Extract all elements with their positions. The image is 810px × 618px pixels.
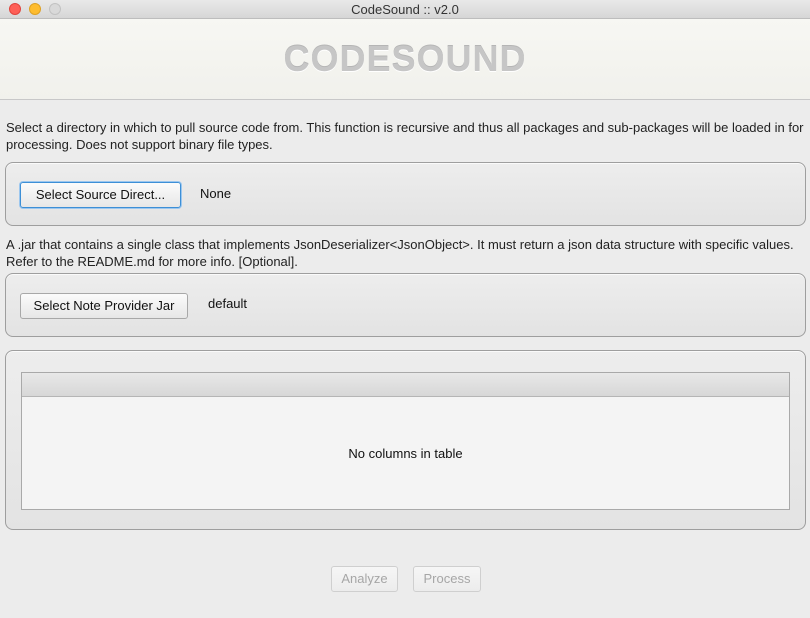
select-source-directory-button[interactable]: Select Source Direct... xyxy=(20,182,181,208)
analyze-button[interactable]: Analyze xyxy=(331,566,398,592)
table-panel: No columns in table xyxy=(5,350,806,530)
source-description: Select a directory in which to pull sour… xyxy=(6,120,804,152)
table-empty-message: No columns in table xyxy=(348,446,463,461)
source-directory-value: None xyxy=(200,186,232,201)
jar-description: A .jar that contains a single class that… xyxy=(6,237,794,269)
source-panel: Select Source Direct... None xyxy=(5,162,806,226)
process-button[interactable]: Process xyxy=(413,566,481,592)
select-note-provider-jar-button[interactable]: Select Note Provider Jar xyxy=(20,293,188,319)
table-header xyxy=(22,373,789,397)
results-table[interactable]: No columns in table xyxy=(21,372,790,510)
app-logo: CODESOUND xyxy=(283,38,527,79)
app-header: CODESOUND xyxy=(0,19,810,100)
note-provider-jar-value: default xyxy=(208,296,248,311)
window-title: CodeSound :: v2.0 xyxy=(351,2,459,17)
title-bar: CodeSound :: v2.0 xyxy=(0,0,810,19)
jar-panel: Select Note Provider Jar default xyxy=(5,273,806,337)
